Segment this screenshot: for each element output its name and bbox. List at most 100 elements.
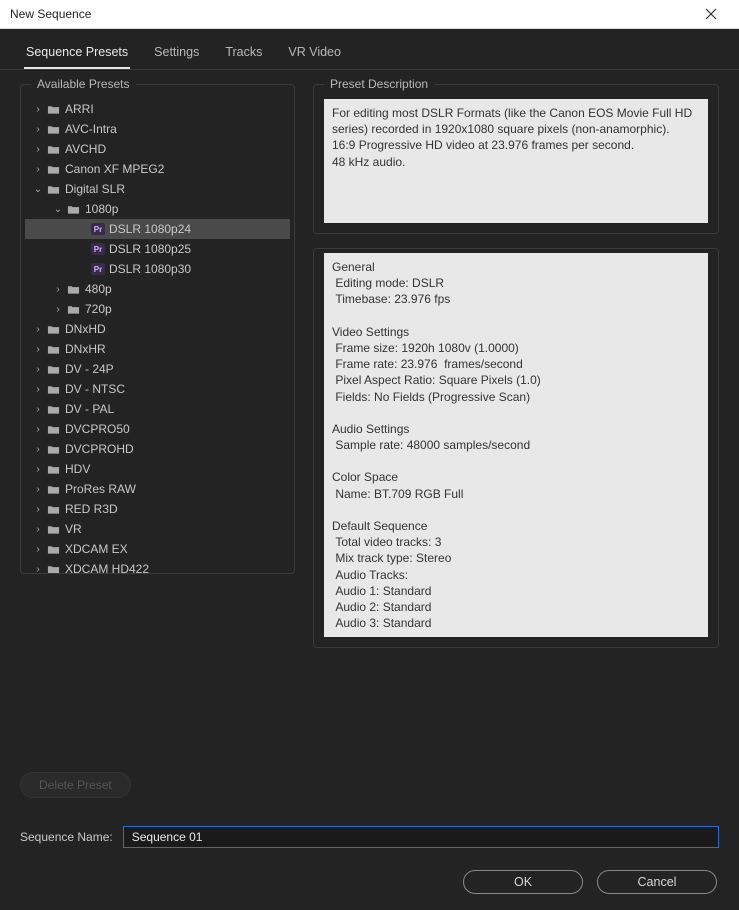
sequence-name-input[interactable] <box>123 826 719 848</box>
tree-item-label: DV - PAL <box>65 402 114 416</box>
chevron-right-icon[interactable]: › <box>31 384 45 395</box>
tree-item-label: DSLR 1080p25 <box>109 242 191 256</box>
chevron-down-icon[interactable]: ⌄ <box>31 184 45 195</box>
chevron-right-icon[interactable]: › <box>31 324 45 335</box>
chevron-right-icon[interactable]: › <box>31 484 45 495</box>
tree-folder[interactable]: ›DV - 24P <box>25 359 290 379</box>
tree-preset[interactable]: Pr DSLR 1080p30 <box>25 259 290 279</box>
tree-item-label: DNxHR <box>65 342 106 356</box>
tab-settings[interactable]: Settings <box>152 39 201 69</box>
chevron-right-icon[interactable]: › <box>31 464 45 475</box>
new-sequence-dialog: New Sequence Sequence Presets Settings T… <box>0 0 739 814</box>
preset-tree[interactable]: ›ARRI›AVC-Intra›AVCHD›Canon XF MPEG2⌄Dig… <box>21 85 294 573</box>
tree-item-label: AVCHD <box>65 142 106 156</box>
tree-folder[interactable]: › AVCHD <box>25 139 290 159</box>
folder-icon <box>45 462 61 476</box>
tree-folder[interactable]: › DVCPROHD <box>25 439 290 459</box>
chevron-down-icon[interactable]: ⌄ <box>51 204 65 215</box>
tree-folder[interactable]: › DNxHR <box>25 339 290 359</box>
tree-folder[interactable]: ⌄ 1080p <box>25 199 290 219</box>
chevron-right-icon[interactable]: › <box>51 284 65 295</box>
folder-icon <box>65 302 81 316</box>
tree-folder[interactable]: › XDCAM HD422 <box>25 559 290 573</box>
tree-folder[interactable]: › DNxHD <box>25 319 290 339</box>
folder-icon <box>45 162 61 176</box>
tree-folder[interactable]: › 480p <box>25 279 290 299</box>
dialog-buttons: OK Cancel <box>0 848 739 898</box>
preset-description-label: Preset Description <box>324 77 434 91</box>
titlebar: New Sequence <box>0 0 739 29</box>
chevron-right-icon[interactable]: › <box>31 564 45 574</box>
cancel-button[interactable]: Cancel <box>597 870 717 894</box>
tree-folder[interactable]: ›VR <box>25 519 290 539</box>
tree-item-label: RED R3D <box>65 502 118 516</box>
tree-item-label: DSLR 1080p30 <box>109 262 191 276</box>
chevron-right-icon[interactable]: › <box>51 304 65 315</box>
tree-item-label: DV - NTSC <box>65 382 125 396</box>
tab-bar: Sequence Presets Settings Tracks VR Vide… <box>0 29 739 70</box>
tab-vr-video[interactable]: VR Video <box>286 39 343 69</box>
tree-item-label: DNxHD <box>65 322 106 336</box>
folder-icon <box>45 442 61 456</box>
chevron-right-icon[interactable]: › <box>31 424 45 435</box>
tab-tracks[interactable]: Tracks <box>223 39 264 69</box>
preset-description-panel: Preset Description For editing most DSLR… <box>313 84 719 234</box>
available-presets-label: Available Presets <box>31 77 136 91</box>
folder-icon <box>65 202 81 216</box>
preset-icon: Pr <box>91 263 105 275</box>
chevron-right-icon[interactable]: › <box>31 144 45 155</box>
sequence-name-label: Sequence Name: <box>20 830 113 844</box>
tree-folder[interactable]: ⌄Digital SLR <box>25 179 290 199</box>
chevron-right-icon[interactable]: › <box>31 344 45 355</box>
chevron-right-icon[interactable]: › <box>31 444 45 455</box>
chevron-right-icon[interactable]: › <box>31 124 45 135</box>
sequence-name-row: Sequence Name: <box>0 816 739 848</box>
tree-item-label: DVCPROHD <box>65 442 134 456</box>
tree-preset[interactable]: PrDSLR 1080p25 <box>25 239 290 259</box>
chevron-right-icon[interactable]: › <box>31 404 45 415</box>
folder-icon <box>45 382 61 396</box>
chevron-right-icon[interactable]: › <box>31 504 45 515</box>
tree-folder[interactable]: ›AVC-Intra <box>25 119 290 139</box>
tree-folder[interactable]: › ProRes RAW <box>25 479 290 499</box>
ok-button[interactable]: OK <box>463 870 583 894</box>
folder-icon <box>45 562 61 573</box>
preset-description-text[interactable]: For editing most DSLR Formats (like the … <box>324 99 708 223</box>
preset-details-text[interactable]: General Editing mode: DSLR Timebase: 23.… <box>324 253 708 637</box>
close-icon <box>705 8 717 20</box>
tree-folder[interactable]: › DV - PAL <box>25 399 290 419</box>
folder-icon <box>45 122 61 136</box>
tree-item-label: 720p <box>85 302 112 316</box>
tree-folder[interactable]: › 720p <box>25 299 290 319</box>
chevron-right-icon[interactable]: › <box>31 524 45 535</box>
chevron-right-icon[interactable]: › <box>31 364 45 375</box>
chevron-right-icon[interactable]: › <box>31 104 45 115</box>
chevron-right-icon[interactable]: › <box>31 164 45 175</box>
folder-icon <box>45 522 61 536</box>
tree-folder[interactable]: ›XDCAM EX <box>25 539 290 559</box>
tab-sequence-presets[interactable]: Sequence Presets <box>24 39 130 69</box>
tree-item-label: 480p <box>85 282 112 296</box>
tree-folder[interactable]: › DV - NTSC <box>25 379 290 399</box>
tree-item-label: ProRes RAW <box>65 482 136 496</box>
folder-icon <box>45 482 61 496</box>
chevron-right-icon[interactable]: › <box>31 544 45 555</box>
tree-folder[interactable]: ›Canon XF MPEG2 <box>25 159 290 179</box>
preset-details-panel: General Editing mode: DSLR Timebase: 23.… <box>313 248 719 648</box>
tree-folder[interactable]: ›DVCPRO50 <box>25 419 290 439</box>
tree-item-label: XDCAM HD422 <box>65 562 149 573</box>
folder-icon <box>45 342 61 356</box>
tree-preset[interactable]: PrDSLR 1080p24 <box>25 219 290 239</box>
delete-preset-button: Delete Preset <box>20 772 131 798</box>
close-button[interactable] <box>691 0 731 28</box>
folder-icon <box>45 542 61 556</box>
dialog-body: Sequence Presets Settings Tracks VR Vide… <box>0 29 739 910</box>
tree-folder[interactable]: › RED R3D <box>25 499 290 519</box>
folder-icon <box>45 362 61 376</box>
tree-folder[interactable]: › ARRI <box>25 99 290 119</box>
tree-item-label: 1080p <box>85 202 118 216</box>
tree-item-label: ARRI <box>65 102 94 116</box>
folder-icon <box>45 422 61 436</box>
tree-folder[interactable]: ›HDV <box>25 459 290 479</box>
folder-icon <box>65 282 81 296</box>
